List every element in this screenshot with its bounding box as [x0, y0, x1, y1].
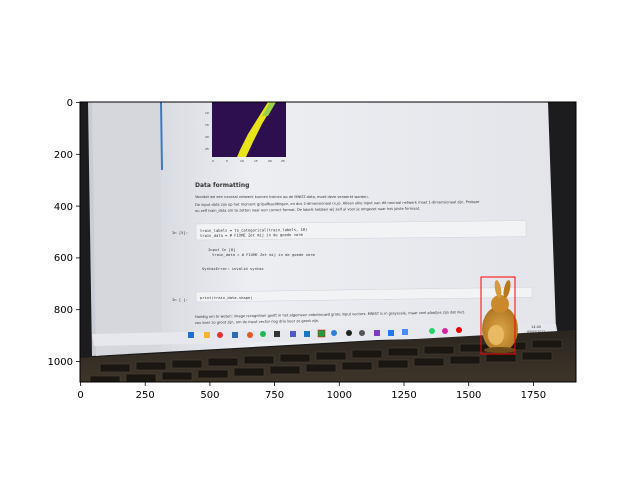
jupyter-icon [317, 329, 326, 338]
section-heading: Data formatting [195, 182, 249, 189]
y-tick-label: 0 [67, 98, 73, 109]
x-tick-label: 1250 [391, 390, 416, 401]
obs-icon [346, 330, 352, 336]
x-tick-label: 1000 [327, 390, 352, 401]
app-icon-5 [402, 329, 408, 335]
paragraph-1: Voordat we een neuraal netwerk kunnen tr… [195, 195, 369, 199]
y-tick-label: 800 [54, 305, 73, 316]
svg-text:10: 10 [240, 159, 244, 163]
svg-text:25: 25 [205, 147, 209, 151]
y-axis: 0 200 400 600 800 1000 [48, 98, 80, 368]
chrome-icon [217, 332, 223, 338]
whatsapp-icon [429, 328, 435, 334]
teams-icon [290, 331, 296, 337]
x-tick-label: 0 [77, 390, 83, 401]
x-axis: 0 250 500 750 1000 1250 1500 1750 [77, 382, 546, 401]
y-tick-label: 600 [54, 253, 73, 264]
svg-text:5: 5 [226, 159, 228, 163]
error-line-2: train_data = # FIXME Zet mij in de goede… [212, 252, 316, 257]
taskbar-time: 14:40 [531, 325, 541, 329]
x-tick-label: 750 [265, 390, 284, 401]
mail-icon [232, 332, 238, 338]
start-icon [188, 332, 194, 338]
cell-1-prompt: In [5]: [172, 230, 188, 235]
photo: 10 15 20 25 0 5 10 15 20 25 Data formatt… [80, 102, 576, 382]
y-tick-label: 200 [54, 150, 73, 161]
svg-text:0: 0 [212, 159, 214, 163]
app-icon-2 [359, 330, 365, 336]
vscode-icon [304, 331, 310, 337]
svg-text:15: 15 [254, 159, 258, 163]
app-icon-4 [388, 330, 394, 336]
cell-2-prompt: In [ ]: [172, 297, 188, 302]
x-tick-label: 250 [136, 390, 155, 401]
svg-text:20: 20 [205, 135, 209, 139]
app-icon-3 [374, 330, 380, 336]
y-tick-label: 1000 [48, 357, 73, 368]
error-line-3: SyntaxError: invalid syntax [202, 266, 264, 271]
y-tick-label: 400 [54, 202, 73, 213]
x-tick-label: 500 [200, 390, 219, 401]
svg-text:25: 25 [281, 159, 285, 163]
svg-text:15: 15 [205, 123, 209, 127]
x-tick-label: 1500 [456, 390, 481, 401]
browser-icon [247, 332, 253, 338]
svg-text:10: 10 [205, 111, 209, 115]
youtube-icon [456, 327, 462, 333]
terminal-icon [274, 331, 280, 337]
app-icon-1 [331, 330, 337, 336]
svg-text:20: 20 [268, 159, 272, 163]
x-tick-label: 1750 [521, 390, 546, 401]
explorer-icon [204, 332, 210, 338]
figure: 10 15 20 25 0 5 10 15 20 25 Data formatt… [48, 98, 577, 401]
spotify-icon [260, 331, 266, 337]
cell-2-code: print(train_data.shape) [200, 295, 253, 300]
instagram-icon [442, 328, 448, 334]
